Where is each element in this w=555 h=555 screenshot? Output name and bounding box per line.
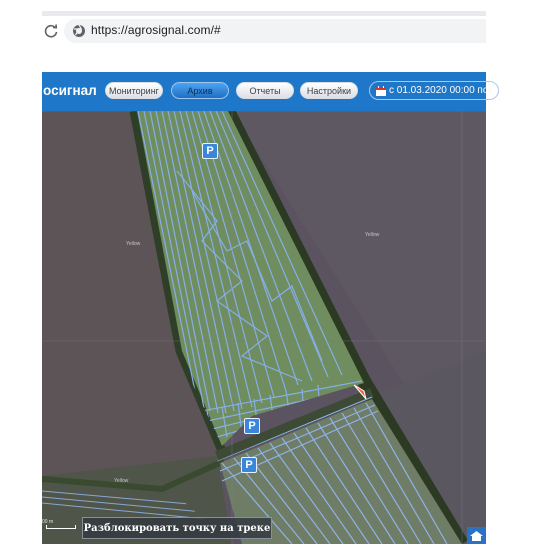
calendar-icon bbox=[376, 86, 386, 96]
nav-archive-button[interactable]: Архив bbox=[171, 82, 229, 99]
scale-bar bbox=[46, 525, 76, 529]
parking-marker[interactable]: P bbox=[241, 457, 257, 473]
home-icon[interactable] bbox=[467, 527, 486, 544]
date-range-text: с 01.03.2020 00:00 по 2 bbox=[389, 85, 497, 96]
field-label: Yellow bbox=[126, 241, 141, 247]
nav-settings-button[interactable]: Настройки bbox=[300, 82, 358, 99]
app-header: осигнал Мониторинг Архив Отчеты Настройк… bbox=[42, 72, 499, 113]
site-info-icon[interactable] bbox=[72, 24, 86, 38]
browser-tabstrip bbox=[42, 11, 486, 16]
map-view[interactable]: Yellow Yellow Yellow P P P 00 m Разблоки… bbox=[42, 111, 486, 544]
date-range-button[interactable]: с 01.03.2020 00:00 по 2 bbox=[369, 81, 499, 100]
field-label: Yellow bbox=[114, 478, 129, 484]
parking-marker[interactable]: P bbox=[244, 418, 260, 434]
unlock-track-point-button[interactable]: Разблокировать точку на треке bbox=[82, 517, 272, 539]
field-label: Yellow bbox=[365, 232, 380, 238]
url-text: https://agrosignal.com/# bbox=[91, 23, 221, 37]
nav-monitoring-button[interactable]: Мониторинг bbox=[105, 82, 163, 99]
parking-marker[interactable]: P bbox=[202, 143, 218, 159]
nav-reports-button[interactable]: Отчеты bbox=[236, 82, 294, 99]
satellite-map bbox=[42, 111, 486, 544]
reload-icon[interactable] bbox=[43, 23, 59, 39]
app-logo: осигнал bbox=[43, 83, 97, 98]
address-bar[interactable]: https://agrosignal.com/# bbox=[64, 19, 486, 43]
